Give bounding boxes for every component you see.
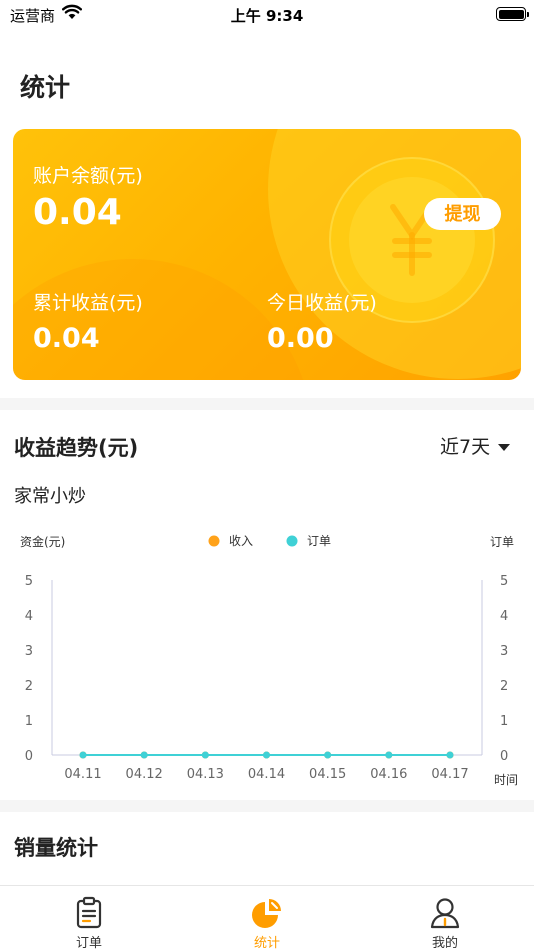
y-tick-label-right: 2	[500, 679, 508, 694]
trend-title: 收益趋势(元)	[14, 436, 139, 460]
tab-mine[interactable]: 我的	[356, 886, 534, 950]
today-income-label: 今日收益(元)	[267, 292, 377, 314]
x-axis-title: 时间	[494, 773, 518, 787]
user-icon	[430, 898, 460, 929]
data-point	[446, 751, 454, 759]
page-title: 统计	[20, 73, 71, 102]
y-tick-label-right: 5	[500, 574, 508, 589]
x-tick-label: 04.16	[370, 767, 407, 782]
y-tick-label-right: 3	[500, 644, 508, 659]
today-income-value: 0.00	[267, 323, 334, 354]
legend-label: 订单	[307, 534, 331, 548]
y-tick-label-right: 4	[500, 609, 508, 624]
y-tick-label-left: 1	[25, 714, 33, 729]
x-tick-label: 04.15	[309, 767, 346, 782]
y-axis-right-title: 订单	[490, 535, 514, 549]
section-divider	[0, 398, 534, 410]
status-bar: 运营商 上午 9:34	[0, 0, 534, 30]
balance-value: 0.04	[33, 192, 122, 233]
tab-orders[interactable]: 订单	[0, 886, 178, 950]
range-value: 近7天	[440, 436, 491, 458]
total-income-label: 累计收益(元)	[33, 292, 143, 314]
tab-statistics[interactable]: 统计	[178, 886, 356, 950]
legend-marker	[208, 535, 220, 547]
tab-label: 订单	[75, 936, 102, 950]
data-point	[140, 751, 148, 759]
y-tick-label-left: 5	[25, 574, 33, 589]
withdraw-button[interactable]: 提现	[424, 198, 501, 230]
data-point	[79, 751, 87, 759]
shop-name: 家常小炒	[14, 486, 86, 507]
x-tick-label: 04.11	[64, 767, 101, 782]
clock: 上午 9:34	[230, 7, 304, 25]
x-tick-label: 04.12	[126, 767, 163, 782]
y-tick-label-left: 2	[25, 679, 33, 694]
x-tick-label: 04.13	[187, 767, 224, 782]
range-dropdown[interactable]: 近7天	[440, 432, 511, 459]
y-axis-left-title: 资金(元)	[20, 534, 65, 549]
data-point	[324, 751, 332, 759]
sales-title: 销量统计	[14, 836, 98, 860]
clipboard-icon	[76, 896, 102, 929]
legend-label: 收入	[229, 534, 253, 548]
data-point	[385, 751, 393, 759]
y-tick-label-left: 0	[25, 749, 33, 764]
tab-bar: 订单 统计 我的	[0, 885, 534, 950]
data-point	[201, 751, 209, 759]
pie-chart-icon	[252, 899, 281, 928]
data-point	[263, 751, 270, 759]
y-tick-label-left: 4	[25, 609, 33, 624]
y-tick-label-right: 0	[500, 749, 508, 764]
caret-down-icon	[498, 444, 511, 451]
income-trend-chart: 资金(元) 订单时间 收入 订单 0 0 1 1 2 2 3 3 4 4 5 5 04.11 04.12 04.13…	[20, 534, 518, 787]
y-tick-label-left: 3	[25, 644, 33, 659]
x-tick-label: 04.14	[248, 767, 285, 782]
x-tick-label: 04.17	[431, 767, 468, 782]
balance-label: 账户余额(元)	[33, 165, 143, 187]
card-decoration	[13, 259, 313, 380]
tab-label: 我的	[431, 936, 458, 950]
total-income-value: 0.04	[33, 323, 100, 354]
section-divider	[0, 800, 534, 812]
tab-label: 统计	[253, 936, 280, 950]
y-tick-label-right: 1	[500, 714, 508, 729]
balance-card: 账户余额(元) 0.04 提现 累计收益(元) 0.04 今日收益(元) 0.0…	[13, 129, 521, 380]
battery-icon	[496, 7, 529, 21]
legend-marker	[286, 535, 298, 547]
